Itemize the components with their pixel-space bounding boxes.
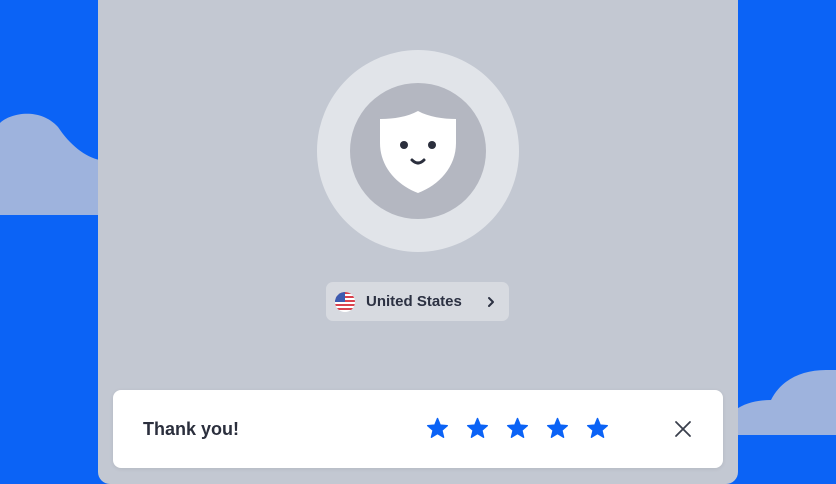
star-icon[interactable] [506, 417, 529, 440]
star-icon[interactable] [466, 417, 489, 440]
close-icon[interactable] [674, 420, 692, 438]
shield-circle [350, 83, 486, 219]
shield-ring [317, 50, 519, 252]
star-rating[interactable] [426, 417, 609, 440]
country-label: United States [366, 293, 462, 310]
thank-you-message: Thank you! [143, 419, 240, 439]
chevron-right-icon [488, 296, 494, 307]
rating-card: Thank you! [113, 390, 723, 468]
country-selector-button[interactable]: United States [326, 282, 509, 321]
star-icon[interactable] [426, 417, 449, 440]
shield-mascot-icon [380, 111, 456, 193]
us-flag-icon [335, 291, 355, 312]
star-icon[interactable] [586, 417, 609, 440]
star-icon[interactable] [546, 417, 569, 440]
